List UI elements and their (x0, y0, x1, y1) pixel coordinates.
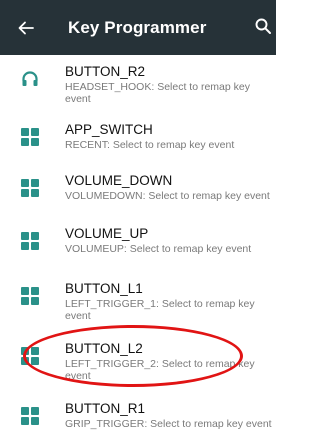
item-name: VOLUME_UP (65, 226, 149, 241)
headset-icon (21, 70, 39, 88)
grid-icon (21, 347, 39, 365)
grid-icon (21, 287, 39, 305)
list-item[interactable]: APP_SWITCH RECENT: Select to remap key e… (0, 113, 276, 164)
item-description: LEFT_TRIGGER_1: Select to remap key even… (65, 298, 255, 322)
item-name: BUTTON_R2 (65, 64, 146, 79)
item-name: BUTTON_L1 (65, 281, 143, 296)
search-icon[interactable] (254, 17, 272, 37)
key-list: BUTTON_R2 HEADSET_HOOK: Select to remap … (0, 55, 276, 441)
grid-icon (21, 232, 39, 250)
item-description: VOLUMEDOWN: Select to remap key event (65, 190, 270, 202)
item-name: BUTTON_L2 (65, 341, 143, 356)
item-name: BUTTON_R1 (65, 401, 146, 416)
arrow-back-icon[interactable] (18, 21, 46, 35)
list-item[interactable]: VOLUME_DOWN VOLUMEDOWN: Select to remap … (0, 164, 276, 217)
grid-icon (21, 179, 39, 197)
item-description: LEFT_TRIGGER_2: Select to remap key even… (65, 358, 255, 382)
list-item[interactable]: BUTTON_R2 HEADSET_HOOK: Select to remap … (0, 55, 276, 113)
page-title: Key Programmer (68, 17, 207, 37)
list-item[interactable]: VOLUME_UP VOLUMEUP: Select to remap key … (0, 217, 276, 272)
list-item[interactable]: BUTTON_L1 LEFT_TRIGGER_1: Select to rema… (0, 272, 276, 332)
grid-icon (21, 407, 39, 425)
list-item[interactable]: BUTTON_L2 LEFT_TRIGGER_2: Select to rema… (0, 332, 276, 392)
item-name: APP_SWITCH (65, 122, 153, 137)
item-description: GRIP_TRIGGER: Select to remap key event (65, 418, 272, 430)
item-name: VOLUME_DOWN (65, 173, 173, 188)
list-item[interactable]: BUTTON_R1 GRIP_TRIGGER: Select to remap … (0, 392, 276, 441)
item-description: RECENT: Select to remap key event (65, 139, 235, 151)
item-description: VOLUMEUP: Select to remap key event (65, 243, 252, 255)
item-description: HEADSET_HOOK: Select to remap key event (65, 81, 250, 105)
app-bar: Key Programmer (0, 0, 276, 55)
grid-icon (21, 128, 39, 146)
